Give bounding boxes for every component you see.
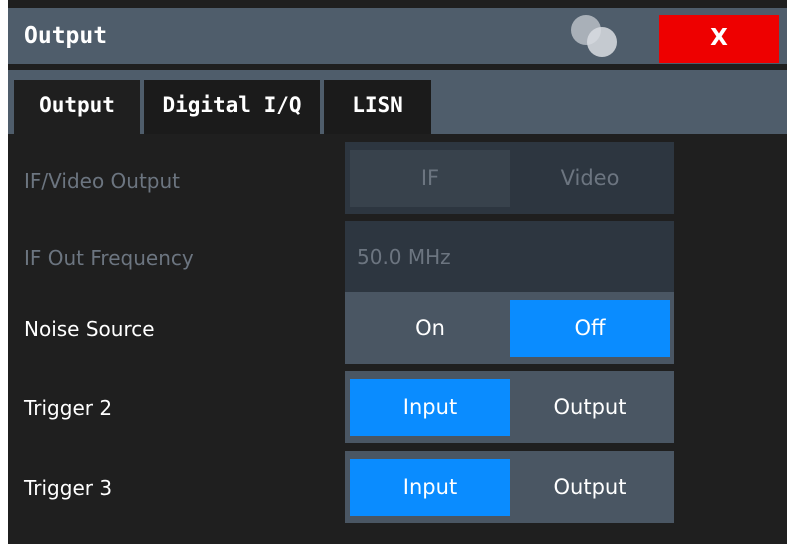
if-video-output-toggle: IF Video	[345, 142, 674, 214]
if-option: IF	[350, 150, 510, 207]
dialog-title: Output	[24, 23, 108, 49]
trigger-2-input-button[interactable]: Input	[350, 379, 510, 436]
trigger-2-label: Trigger 2	[24, 396, 113, 420]
tab-digital-iq[interactable]: Digital I/Q	[144, 80, 320, 134]
close-button[interactable]: X	[659, 15, 779, 63]
trigger-3-toggle: Input Output	[345, 451, 674, 523]
noise-source-label: Noise Source	[24, 317, 155, 341]
noise-source-off-button[interactable]: Off	[510, 300, 670, 357]
if-out-frequency-value: 50.0 MHz	[357, 245, 451, 269]
tab-lisn[interactable]: LISN	[324, 80, 431, 134]
noise-source-toggle: On Off	[345, 292, 674, 364]
overlapping-circles-icon	[571, 15, 617, 57]
video-option: Video	[560, 166, 620, 190]
title-bar: Output X	[8, 8, 787, 64]
trigger-2-output-button[interactable]: Output	[510, 379, 670, 436]
trigger-3-output-button[interactable]: Output	[510, 459, 670, 516]
trigger-2-toggle: Input Output	[345, 371, 674, 443]
trigger-3-input-button[interactable]: Input	[350, 459, 510, 516]
if-video-output-label: IF/Video Output	[24, 169, 181, 193]
if-out-frequency-label: IF Out Frequency	[24, 246, 194, 270]
tab-output[interactable]: Output	[14, 80, 140, 134]
close-icon: X	[710, 25, 728, 51]
output-dialog: Output X Output Digital I/Q LISN IF/Vide…	[8, 0, 787, 544]
if-out-frequency-field: 50.0 MHz	[345, 221, 674, 293]
noise-source-on-button[interactable]: On	[350, 300, 510, 357]
tab-strip: Output Digital I/Q LISN	[8, 70, 787, 134]
trigger-3-label: Trigger 3	[24, 476, 113, 500]
